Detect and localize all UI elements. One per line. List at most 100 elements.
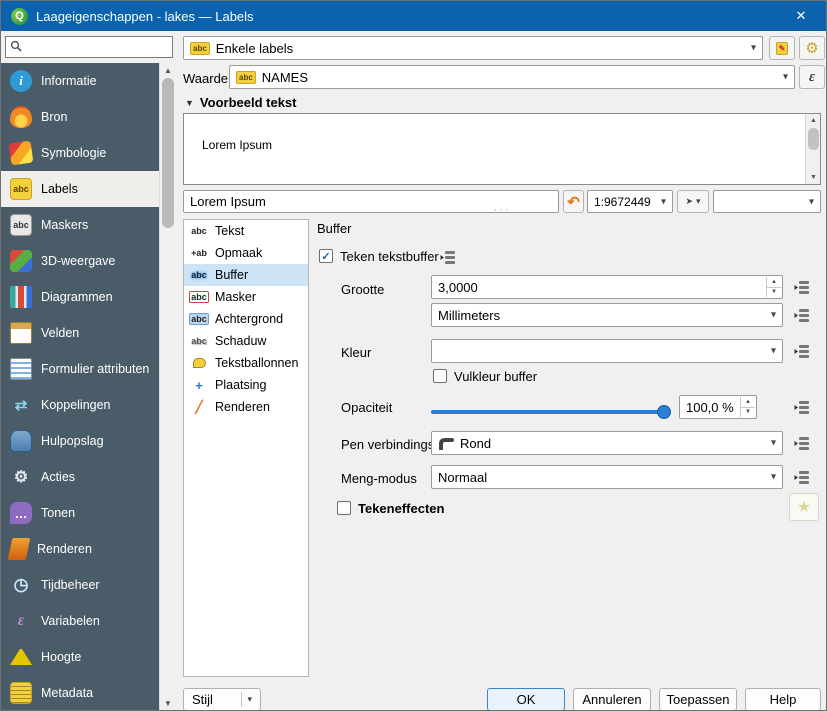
tab-plaatsing[interactable]: + Plaatsing [184, 374, 308, 396]
sidebar-item-hulpopslag[interactable]: Hulpopslag [1, 423, 159, 459]
automated-placement-button[interactable]: ⚙ [799, 36, 825, 60]
window-title: Laageigenschappen - lakes — Labels [36, 8, 254, 24]
data-defined-icon [794, 343, 810, 359]
buffer-tab-icon: abc [191, 270, 207, 280]
data-defined-draw-buffer-button[interactable] [435, 244, 461, 270]
auxiliary-storage-icon [10, 430, 32, 452]
tab-tekst[interactable]: abc Tekst [184, 220, 308, 242]
symbology-icon [8, 140, 34, 166]
star-icon: ★ [796, 499, 812, 516]
scroll-up-icon[interactable]: ▲ [806, 114, 821, 127]
search-input[interactable] [26, 40, 168, 54]
value-label: Waarde [183, 71, 229, 86]
placement-gear-icon: ⚙ [805, 40, 819, 57]
draw-effects-checkbox[interactable] [337, 501, 351, 515]
qgis-logo-icon: Q [11, 7, 28, 25]
chevron-down-icon: ▾ [782, 71, 788, 83]
data-defined-icon [794, 307, 810, 323]
sidebar-scrollbar[interactable]: ▲ ▼ [159, 63, 175, 710]
apply-button[interactable]: Toepassen [659, 688, 737, 710]
buffer-size-spinbox[interactable]: 3,0000 ▲ ▼ [431, 275, 783, 299]
sidebar-item-diagrammen[interactable]: Diagrammen [1, 279, 159, 315]
draw-text-buffer-checkbox[interactable]: ✓ [319, 249, 333, 263]
sidebar-item-metadata[interactable]: Metadata [1, 675, 159, 710]
abc-label-icon: abc [190, 41, 210, 55]
diagrams-icon [10, 286, 32, 308]
opacity-spinbox[interactable]: 100,0 % ▲ ▼ [679, 395, 757, 419]
sidebar-item-labels[interactable]: abc Labels [1, 171, 159, 207]
fill-buffer-checkbox[interactable] [433, 369, 447, 383]
preview-section-header[interactable]: ▼ Voorbeeld tekst [185, 95, 296, 110]
title-bar[interactable]: Q Laageigenschappen - lakes — Labels ✕ [1, 1, 826, 31]
data-defined-pen-button[interactable] [789, 430, 815, 456]
sidebar-item-formulier-attributen[interactable]: Formulier attributen [1, 351, 159, 387]
expression-button[interactable]: ε [799, 65, 825, 89]
customize-effects-button[interactable]: ★ [789, 493, 819, 521]
sidebar-item-variabelen[interactable]: ε Variabelen [1, 603, 159, 639]
chevron-down-icon: ▾ [770, 471, 776, 483]
display-icon: … [10, 502, 32, 524]
label-mode-combo[interactable]: abc Enkele labels ▾ [183, 36, 763, 60]
sidebar-item-informatie[interactable]: i Informatie [1, 63, 159, 99]
sidebar-item-bron[interactable]: Bron [1, 99, 159, 135]
tab-renderen[interactable]: ╱ Renderen [184, 396, 308, 418]
labeling-rules-button[interactable]: ✎ [769, 36, 795, 60]
tab-schaduw[interactable]: abc Schaduw [184, 330, 308, 352]
scroll-up-icon[interactable]: ▲ [160, 63, 176, 77]
data-defined-units-button[interactable] [789, 302, 815, 328]
spinner-arrows[interactable]: ▲ ▼ [766, 277, 781, 297]
rendering-icon [7, 538, 31, 560]
data-defined-size-button[interactable] [789, 274, 815, 300]
data-defined-blend-button[interactable] [789, 464, 815, 490]
properties-sidebar: i Informatie Bron Symbologie abc Labels ab… [1, 63, 159, 710]
pen-join-style-combo[interactable]: Rond ▾ [431, 431, 783, 455]
sidebar-item-maskers[interactable]: abc Maskers [1, 207, 159, 243]
preview-scrollbar-thumb[interactable] [808, 128, 819, 150]
blend-mode-combo[interactable]: Normaal ▾ [431, 465, 783, 489]
value-field-combo[interactable]: abc NAMES ▾ [229, 65, 795, 89]
size-units-combo[interactable]: Millimeters ▾ [431, 303, 783, 327]
chevron-down-icon: ▾ [770, 437, 776, 449]
data-defined-opacity-button[interactable] [789, 394, 815, 420]
sidebar-item-hoogte[interactable]: Hoogte [1, 639, 159, 675]
tab-achtergrond[interactable]: abc Achtergrond [184, 308, 308, 330]
sidebar-item-renderen[interactable]: Renderen [1, 531, 159, 567]
sidebar-item-koppelingen[interactable]: ⇄ Koppelingen [1, 387, 159, 423]
source-icon [10, 106, 32, 128]
slider-handle[interactable] [657, 405, 671, 419]
sidebar-item-symbologie[interactable]: Symbologie [1, 135, 159, 171]
tab-masker[interactable]: abc Masker [184, 286, 308, 308]
label-preview-area: Lorem Ipsum ▲ ▼ [183, 113, 821, 185]
scroll-down-icon[interactable]: ▼ [160, 696, 176, 710]
opacity-slider[interactable] [431, 405, 671, 419]
slider-track[interactable] [431, 410, 671, 414]
spinner-arrows[interactable]: ▲ ▼ [740, 397, 755, 417]
preview-scrollbar[interactable]: ▲ ▼ [805, 114, 820, 184]
help-button[interactable]: Help [745, 688, 821, 710]
shadow-tab-icon: abc [191, 336, 207, 346]
sidebar-item-acties[interactable]: ⚙ Acties [1, 459, 159, 495]
sidebar-item-velden[interactable]: Velden [1, 315, 159, 351]
tab-tekstballonnen[interactable]: Tekstballonnen [184, 352, 308, 374]
layer-properties-dialog: Q Laageigenschappen - lakes — Labels ✕ i… [0, 0, 827, 711]
scroll-down-icon[interactable]: ▼ [806, 171, 821, 184]
sidebar-item-3d-weergave[interactable]: 3D-weergave [1, 243, 159, 279]
ok-button[interactable]: OK [487, 688, 565, 710]
tab-buffer[interactable]: abc Buffer [184, 264, 308, 286]
data-defined-color-button[interactable] [789, 338, 815, 364]
background-tab-icon: abc [189, 313, 209, 325]
style-button[interactable]: Stijl ▾ [183, 688, 261, 710]
tab-opmaak[interactable]: +ab Opmaak [184, 242, 308, 264]
sidebar-item-tijdbeheer[interactable]: ◷ Tijdbeheer [1, 567, 159, 603]
sidebar-search-box[interactable] [5, 36, 173, 58]
cancel-button[interactable]: Annuleren [573, 688, 651, 710]
close-icon[interactable]: ✕ [786, 1, 816, 31]
data-defined-icon [794, 469, 810, 485]
collapse-icon: ▼ [185, 97, 194, 108]
buffer-color-picker[interactable]: ▾ [431, 339, 783, 363]
data-defined-icon [794, 279, 810, 295]
splitter-handle[interactable]: ··· [183, 204, 821, 216]
sidebar-item-tonen[interactable]: … Tonen [1, 495, 159, 531]
sidebar-scrollbar-thumb[interactable] [162, 78, 174, 228]
draw-text-buffer-label: Teken tekstbuffer [340, 249, 439, 264]
